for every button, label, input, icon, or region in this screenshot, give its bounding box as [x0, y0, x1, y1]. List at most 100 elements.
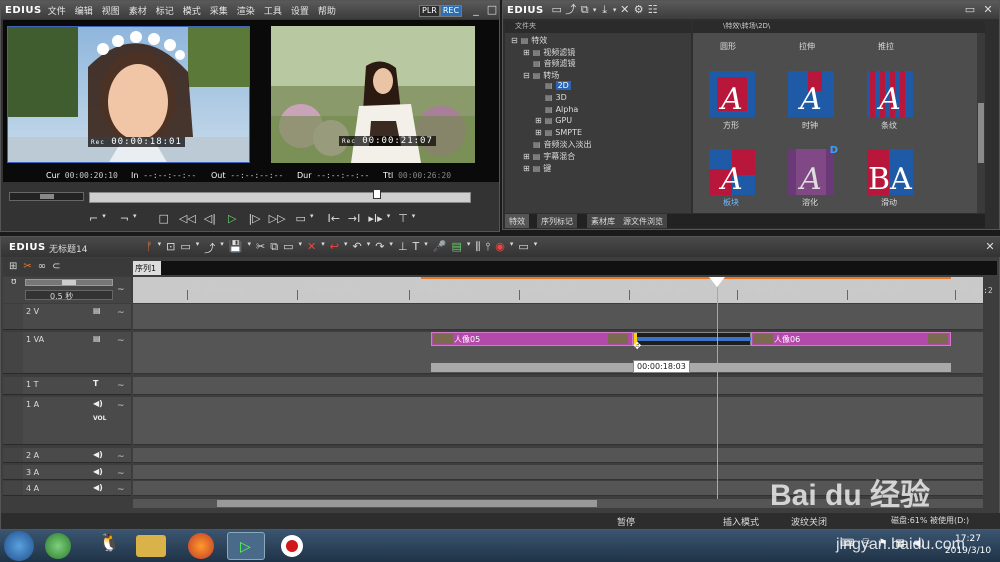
- set-in-icon[interactable]: ⌐: [89, 212, 98, 228]
- render-dropdown-icon[interactable]: ▾: [467, 240, 471, 256]
- render-icon[interactable]: ▤: [451, 240, 461, 256]
- playhead-marker[interactable]: [709, 277, 725, 287]
- export-record-dropdown-icon[interactable]: ▾: [510, 240, 514, 256]
- delete-dropdown-icon[interactable]: ▾: [321, 240, 325, 256]
- start-button[interactable]: [4, 531, 34, 561]
- tree-item[interactable]: ▤ 音频滤镜: [523, 58, 576, 69]
- waveform-toggle-icon[interactable]: ~: [117, 469, 125, 479]
- redo-icon[interactable]: ↷: [375, 240, 384, 256]
- waveform-toggle-icon[interactable]: ~: [117, 485, 125, 495]
- delete-icon[interactable]: ✕: [618, 3, 632, 17]
- track-lane[interactable]: [133, 448, 983, 463]
- view-mode-icon[interactable]: ⧉: [578, 3, 592, 17]
- menu-item[interactable]: 模式: [183, 7, 201, 17]
- trim-dropdown-icon[interactable]: ▾: [387, 212, 391, 228]
- slide-icon[interactable]: BA: [867, 149, 913, 197]
- stop-icon[interactable]: □: [158, 212, 168, 228]
- taskbar-app-qq-icon[interactable]: 🐧: [98, 532, 136, 560]
- ripple-dropdown-icon[interactable]: ▾: [344, 240, 348, 256]
- taskbar-app-recorder-icon[interactable]: [273, 532, 311, 560]
- title-dropdown-icon[interactable]: ▾: [424, 240, 428, 256]
- track-select-box[interactable]: [3, 304, 23, 330]
- plr-button[interactable]: PLR: [419, 5, 440, 17]
- tree-item[interactable]: ⊞ ▤ 视频滤镜: [523, 47, 575, 58]
- lock-icon[interactable]: ʊ: [11, 277, 17, 287]
- track-select-box[interactable]: [3, 397, 23, 445]
- track-select-box[interactable]: [3, 332, 23, 374]
- dissolve-icon[interactable]: A D: [788, 145, 838, 197]
- track-audio-icon[interactable]: ◀): [93, 399, 103, 408]
- track-audio-icon[interactable]: ◀): [93, 483, 103, 492]
- rec-button[interactable]: REC: [439, 5, 463, 17]
- add-marker-icon[interactable]: ⊥: [398, 240, 408, 256]
- track-header[interactable]: 1 VA ▤ ~: [23, 332, 131, 374]
- clock-wipe-icon[interactable]: A: [788, 71, 834, 117]
- effect-label-stretch[interactable]: 拉伸: [777, 41, 837, 52]
- track-header[interactable]: 4 A ◀) ~: [23, 481, 131, 496]
- audio-clip-row[interactable]: [431, 363, 951, 372]
- apply-icon[interactable]: ⤓: [598, 3, 612, 17]
- sequence-tab[interactable]: 序列1: [133, 261, 161, 275]
- open-dropdown-icon[interactable]: ▾: [220, 240, 224, 256]
- snapshot-icon[interactable]: ⊡: [166, 240, 175, 256]
- track-header[interactable]: 3 A ◀) ~: [23, 465, 131, 480]
- paste-dropdown-icon[interactable]: ▾: [298, 240, 302, 256]
- cut-icon[interactable]: ✂: [256, 240, 265, 256]
- layout-icon[interactable]: ▭: [518, 240, 528, 256]
- effects-scrollbar[interactable]: [977, 33, 985, 213]
- export-record-icon[interactable]: ◉: [495, 240, 505, 256]
- loop-dropdown-icon[interactable]: ▾: [310, 212, 314, 228]
- title-icon[interactable]: T: [413, 240, 420, 256]
- undo-dropdown-icon[interactable]: ▾: [367, 240, 371, 256]
- open-icon[interactable]: ⤴: [204, 240, 215, 256]
- waveform-toggle-icon[interactable]: ~: [117, 401, 125, 411]
- track-select-box[interactable]: [3, 465, 23, 480]
- track-select-box[interactable]: [3, 448, 23, 463]
- transition-block[interactable]: [633, 332, 752, 346]
- track-audio-icon[interactable]: ◀): [93, 467, 103, 476]
- close-timeline-icon[interactable]: ✕: [983, 240, 997, 254]
- save-icon[interactable]: 💾: [229, 240, 243, 256]
- menu-item[interactable]: 帮助: [318, 7, 336, 17]
- effect-label-square[interactable]: 方形: [701, 120, 761, 131]
- taskbar-app-360-icon[interactable]: [45, 533, 71, 559]
- shuttle-slider[interactable]: [9, 192, 84, 201]
- menu-item[interactable]: 设置: [291, 7, 309, 17]
- step-back-icon[interactable]: ◁|: [204, 212, 216, 228]
- undo-icon[interactable]: ↶: [352, 240, 361, 256]
- clip-portrait-05[interactable]: 人像05: [431, 332, 633, 346]
- expand-icon[interactable]: ⊞: [535, 116, 542, 125]
- set-in-dropdown-icon[interactable]: ▾: [102, 212, 106, 228]
- expand-icon[interactable]: ⊞: [523, 48, 530, 57]
- track-title-icon[interactable]: T: [93, 379, 98, 388]
- step-forward-icon[interactable]: |▷: [248, 212, 260, 228]
- track-video-icon[interactable]: ▤: [93, 334, 101, 343]
- expand-icon[interactable]: ⊞: [523, 152, 530, 161]
- loop-icon[interactable]: ▭: [296, 212, 306, 228]
- taskbar-app-edius-icon[interactable]: ▷: [227, 532, 265, 560]
- menu-item[interactable]: 渲染: [237, 7, 255, 17]
- tree-item[interactable]: ▤ 3D: [535, 93, 567, 102]
- expand-icon[interactable]: ⊞: [535, 128, 542, 137]
- effect-label-push[interactable]: 推拉: [856, 41, 916, 52]
- tab-source-browser[interactable]: 源文件浏览: [619, 214, 668, 228]
- mode-icon[interactable]: ᚠ: [146, 240, 153, 256]
- delete-clip-icon[interactable]: ✕: [307, 240, 316, 256]
- effect-label-slide[interactable]: 滑动: [859, 197, 919, 208]
- waveform-toggle-icon[interactable]: ~: [117, 452, 125, 462]
- track-header[interactable]: 2 V ▤ ~: [23, 304, 131, 330]
- tab-bin[interactable]: 素材库: [587, 214, 620, 228]
- group-icon[interactable]: ⊂: [52, 261, 60, 273]
- overwrite-to-timeline-icon[interactable]: →I: [348, 212, 360, 228]
- link-icon[interactable]: ∞: [38, 261, 46, 273]
- waveform-toggle-icon[interactable]: ~: [117, 336, 125, 346]
- tree-item[interactable]: ⊞ ▤ SMPTE: [535, 128, 582, 137]
- tab-effects[interactable]: 特效: [505, 214, 530, 228]
- sync-icon[interactable]: ⫯: [485, 240, 490, 256]
- track-lane[interactable]: [133, 397, 983, 445]
- menu-item[interactable]: 工具: [264, 7, 282, 17]
- fast-forward-icon[interactable]: ▷▷: [269, 212, 286, 228]
- track-header[interactable]: 1 T T ~: [23, 377, 131, 395]
- maximize-icon[interactable]: □: [485, 3, 499, 17]
- clip-portrait-06[interactable]: 人像06: [751, 332, 951, 346]
